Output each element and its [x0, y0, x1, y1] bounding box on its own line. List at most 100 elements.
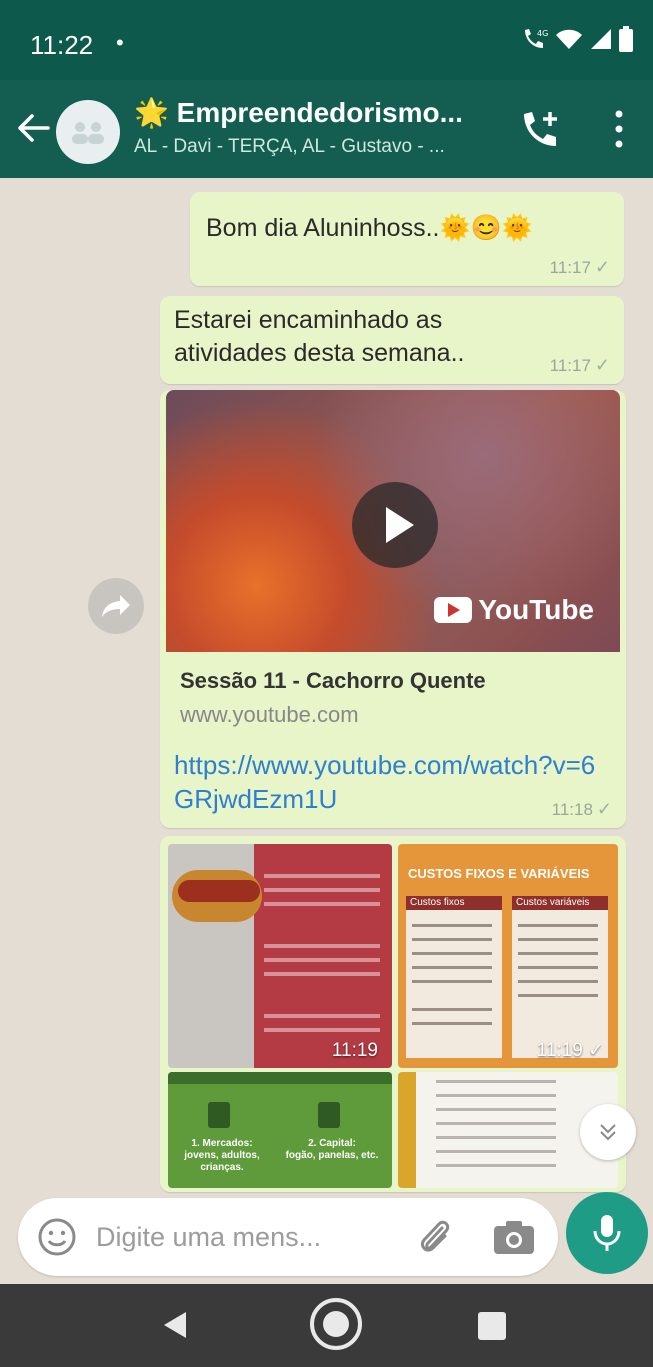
message-body: Bom dia Aluninhoss..: [206, 214, 440, 242]
youtube-logo: YouTube: [434, 594, 594, 626]
image-line: [412, 938, 492, 941]
image-thumbnail[interactable]: 11:19: [168, 844, 392, 1068]
status-time: 11:22: [30, 30, 94, 60]
voice-message-button[interactable]: [566, 1192, 648, 1274]
forward-button[interactable]: [88, 578, 144, 634]
image-line: [264, 902, 380, 906]
message-time: 11:18: [551, 799, 593, 819]
message-time: 11:17: [549, 257, 591, 277]
image-column-title: Custos variáveis: [516, 897, 590, 908]
camera-icon[interactable]: [492, 1218, 536, 1256]
people-icon: [208, 1102, 230, 1128]
image-line: [264, 958, 380, 962]
image-line: [264, 1028, 380, 1032]
image-label-sub: jovens, adultos, crianças.: [184, 1150, 260, 1173]
image-line: [436, 1150, 556, 1153]
image-line: [264, 944, 380, 948]
youtube-icon: [434, 597, 473, 623]
group-icon: [72, 122, 104, 144]
chat-header: 🌟 Empreendedorismo... AL - Davi - TERÇA,…: [0, 80, 653, 178]
message-input[interactable]: [96, 1216, 396, 1258]
scroll-to-bottom-button[interactable]: [580, 1104, 636, 1160]
message-meta: 11:17 ✓: [550, 257, 610, 278]
image-line: [436, 1164, 556, 1167]
signal-icon: [591, 29, 611, 49]
image-thumbnail[interactable]: 1. Mercados: jovens, adultos, crianças. 2…: [168, 1072, 392, 1188]
image-column: Custos variáveis: [512, 896, 608, 1058]
back-arrow-icon[interactable]: [16, 108, 52, 148]
message-meta: 11:17 ✓: [550, 355, 610, 376]
image-time: 11:19: [331, 1040, 378, 1061]
call-signal-icon: 4G: [525, 29, 548, 48]
image-line: [264, 972, 380, 976]
message-meta: 11:18 ✓: [552, 799, 612, 820]
image-line: [412, 980, 492, 983]
message-emojis: 🌞😊🌞: [439, 214, 533, 242]
youtube-brand: YouTube: [478, 594, 594, 625]
image-line: [412, 1022, 492, 1025]
nav-recent-apps-icon[interactable]: [478, 1312, 506, 1340]
image-line: [518, 994, 598, 997]
message-bubble[interactable]: Bom dia Aluninhoss..🌞😊🌞 11:17 ✓: [190, 192, 624, 286]
image-label: 2. Capital: fogão, panelas, etc.: [282, 1138, 382, 1162]
forward-icon: [102, 595, 130, 617]
battery-icon: [619, 26, 633, 52]
image-column: Custos fixos: [406, 896, 502, 1058]
image-thumbnail[interactable]: CUSTOS FIXOS E VARIÁVEIS Custos fixos Cu…: [398, 844, 618, 1068]
image-time: 11:19 ✓: [536, 1040, 604, 1061]
group-avatar[interactable]: [56, 100, 120, 164]
image-line: [436, 1080, 556, 1083]
image-line: [436, 1122, 556, 1125]
image-line: [518, 938, 598, 941]
image-line: [436, 1094, 556, 1097]
image-label-title: 2. Capital:: [308, 1138, 356, 1149]
status-bar: 11:22 • 4G: [0, 0, 653, 80]
double-chevron-down-icon: [600, 1124, 616, 1141]
image-line: [412, 924, 492, 927]
attachment-icon[interactable]: [414, 1216, 454, 1258]
chat-participants[interactable]: AL - Davi - TERÇA, AL - Gustavo - ...: [134, 136, 494, 158]
more-options-icon[interactable]: [604, 106, 634, 152]
image-line: [264, 888, 380, 892]
image-column-title: Custos fixos: [410, 897, 465, 908]
sent-check-icon: ✓: [594, 257, 610, 277]
chat-title[interactable]: 🌟 Empreendedorismo...: [134, 96, 504, 129]
message-text: Estarei encaminhado as atividades desta …: [174, 306, 465, 367]
message-composer: [18, 1198, 558, 1276]
wifi-icon: [556, 29, 582, 49]
image-album-bubble[interactable]: 11:19 CUSTOS FIXOS E VARIÁVEIS Custos fi…: [160, 836, 626, 1192]
link-url[interactable]: https://www.youtube.com/watch?v=6GRjwdEz…: [174, 748, 604, 816]
sent-check-icon: ✓: [594, 355, 610, 375]
chat-title-text: Empreendedorismo...: [176, 97, 463, 128]
nav-home-icon[interactable]: [308, 1296, 364, 1352]
status-icons: 4G: [521, 26, 633, 52]
image-label: 1. Mercados: jovens, adultos, crianças.: [172, 1138, 272, 1174]
network-type: 4G: [537, 29, 548, 38]
link-preview-title[interactable]: Sessão 11 - Cachorro Quente: [180, 668, 486, 694]
image-line: [518, 924, 598, 927]
image-line: [264, 1014, 380, 1018]
image-line: [264, 874, 380, 878]
add-call-icon[interactable]: [518, 104, 566, 154]
image-label-title: 1. Mercados:: [191, 1138, 253, 1149]
link-message-bubble[interactable]: YouTube Sessão 11 - Cachorro Quente www.…: [160, 390, 626, 828]
microphone-icon: [593, 1215, 621, 1251]
image-line: [518, 966, 598, 969]
link-preview-domain: www.youtube.com: [180, 702, 359, 727]
navigation-bar: [0, 1284, 653, 1367]
message-time: 11:17: [549, 355, 591, 375]
stove-icon: [318, 1102, 340, 1128]
star-emoji: 🌟: [134, 97, 169, 128]
image-line: [518, 980, 598, 983]
image-time-text: 11:19: [536, 1040, 583, 1061]
notification-dot: •: [116, 30, 124, 55]
image-label-sub: fogão, panelas, etc.: [285, 1150, 379, 1161]
image-line: [518, 952, 598, 955]
emoji-icon[interactable]: [36, 1216, 78, 1258]
play-icon[interactable]: [352, 482, 438, 568]
image-band: [168, 1072, 392, 1084]
video-thumbnail[interactable]: YouTube: [166, 390, 620, 652]
sausage-illustration: [178, 880, 260, 902]
nav-back-icon[interactable]: [160, 1310, 190, 1340]
message-bubble[interactable]: Estarei encaminhado as atividades desta …: [160, 296, 624, 384]
